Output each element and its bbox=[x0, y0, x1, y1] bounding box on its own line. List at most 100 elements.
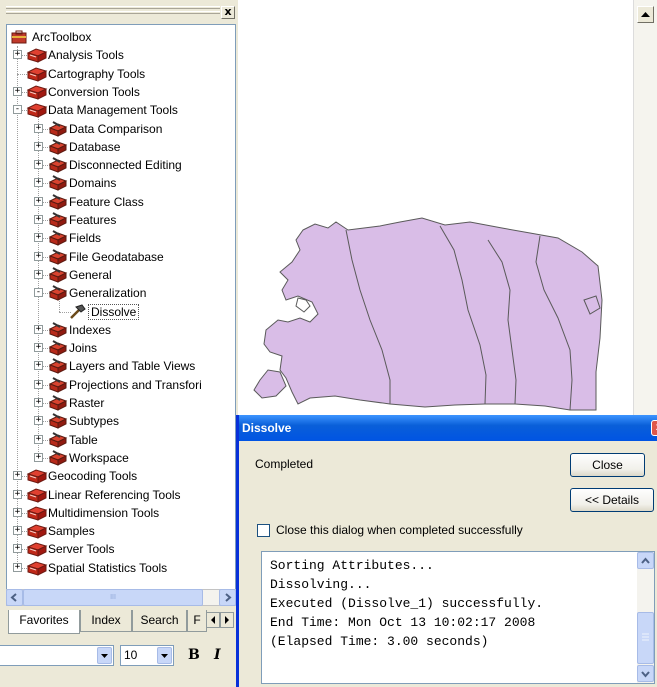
tree-node-label: Subtypes bbox=[69, 414, 120, 429]
tree-node[interactable]: + Joins bbox=[7, 339, 235, 357]
tree-node-label: Disconnected Editing bbox=[69, 158, 182, 173]
expand-icon[interactable]: + bbox=[34, 379, 43, 389]
tab-scroll-left-button[interactable] bbox=[206, 612, 220, 628]
scroll-right-button[interactable] bbox=[219, 589, 236, 606]
tree-node[interactable]: + Multidimension Tools bbox=[7, 504, 235, 522]
expand-icon[interactable]: + bbox=[34, 178, 43, 188]
log-scroll-thumb[interactable] bbox=[637, 612, 654, 664]
expand-icon[interactable]: + bbox=[34, 434, 43, 444]
expand-icon[interactable]: + bbox=[13, 507, 22, 517]
expand-icon[interactable]: + bbox=[34, 215, 43, 224]
bold-button[interactable]: B bbox=[188, 647, 200, 663]
tree-node[interactable]: + File Geodatabase bbox=[7, 248, 235, 266]
close-when-done-checkbox[interactable] bbox=[257, 524, 270, 537]
scroll-left-button[interactable] bbox=[6, 589, 23, 606]
tree-node[interactable]: + Raster bbox=[7, 394, 235, 412]
tab-index[interactable]: Index bbox=[80, 610, 132, 632]
tab-search[interactable]: Search bbox=[132, 610, 187, 632]
collapse-icon[interactable]: - bbox=[34, 288, 43, 298]
dialog-close-icon[interactable]: x bbox=[651, 420, 657, 436]
tree-node[interactable]: + Workspace bbox=[7, 449, 235, 467]
expand-icon[interactable]: + bbox=[13, 86, 22, 96]
message-log[interactable]: Sorting Attributes... Dissolving... Execut… bbox=[261, 551, 655, 684]
expand-icon[interactable]: + bbox=[13, 50, 22, 60]
tree-node-label: Linear Referencing Tools bbox=[48, 487, 181, 502]
tree-node[interactable]: + Database bbox=[7, 138, 235, 156]
toolbox-close-button[interactable]: x bbox=[221, 6, 235, 19]
toolbox-tree[interactable]: ArcToolbox + Analysis Tools Cartography Too… bbox=[6, 24, 236, 590]
tree-horizontal-scrollbar[interactable]: III bbox=[6, 589, 236, 606]
tree-node[interactable]: + Samples bbox=[7, 522, 235, 540]
expand-icon[interactable]: + bbox=[13, 489, 22, 499]
tab-scroll-right-button[interactable] bbox=[220, 612, 234, 628]
font-name-combo[interactable] bbox=[0, 645, 114, 666]
chevron-right-icon bbox=[225, 593, 232, 602]
tree-node-label: Projections and Transfori bbox=[69, 377, 202, 392]
tree-node[interactable]: + Data Comparison bbox=[7, 120, 235, 138]
details-button[interactable]: << Details bbox=[570, 488, 654, 512]
tree-node[interactable]: + Layers and Table Views bbox=[7, 357, 235, 375]
expand-icon[interactable]: + bbox=[13, 544, 22, 554]
italic-button[interactable]: I bbox=[214, 647, 221, 663]
tree-node[interactable]: + Fields bbox=[7, 229, 235, 247]
tree-node[interactable]: + Domains bbox=[7, 174, 235, 192]
tree-node-label: Generalization bbox=[69, 286, 147, 301]
expand-icon[interactable]: + bbox=[34, 398, 43, 407]
expand-icon[interactable]: + bbox=[34, 123, 43, 133]
expand-icon[interactable]: + bbox=[34, 160, 43, 170]
tree-node[interactable]: + Subtypes bbox=[7, 412, 235, 430]
collapse-icon[interactable]: - bbox=[13, 105, 22, 115]
tree-node[interactable]: + Disconnected Editing bbox=[7, 156, 235, 174]
log-vertical-scrollbar[interactable] bbox=[637, 552, 654, 683]
scroll-thumb[interactable]: III bbox=[23, 589, 203, 606]
map-vertical-scrollbar[interactable] bbox=[633, 0, 657, 415]
tree-node[interactable]: Cartography Tools bbox=[7, 65, 235, 83]
log-scroll-up-button[interactable] bbox=[637, 552, 654, 569]
tree-node[interactable]: + Server Tools bbox=[7, 540, 235, 558]
tree-node[interactable]: + Conversion Tools bbox=[7, 83, 235, 101]
expand-icon[interactable]: + bbox=[34, 141, 43, 151]
log-scroll-down-button[interactable] bbox=[637, 665, 654, 682]
map-scroll-up-button[interactable] bbox=[637, 6, 654, 23]
map-view[interactable] bbox=[240, 0, 633, 415]
font-name-dropdown-button[interactable] bbox=[97, 647, 112, 664]
tree-node-label: Fields bbox=[69, 231, 102, 246]
tree-node[interactable]: ArcToolbox bbox=[7, 28, 235, 46]
expand-icon[interactable]: + bbox=[34, 269, 43, 279]
tree-node[interactable]: + Projections and Transfori bbox=[7, 376, 235, 394]
tree-node[interactable]: + Geocoding Tools bbox=[7, 467, 235, 485]
tree-node[interactable]: - Data Management Tools bbox=[7, 101, 235, 119]
tree-node[interactable]: + Indexes bbox=[7, 321, 235, 339]
tree-node[interactable]: + Spatial Statistics Tools bbox=[7, 559, 235, 577]
tree-node[interactable]: + Analysis Tools bbox=[7, 46, 235, 64]
font-size-combo[interactable]: 10 bbox=[120, 645, 174, 666]
expand-icon[interactable]: + bbox=[13, 471, 22, 481]
expand-icon[interactable]: + bbox=[34, 324, 43, 334]
expand-icon[interactable]: + bbox=[34, 251, 43, 261]
tree-node[interactable]: + Features bbox=[7, 211, 235, 229]
dialog-titlebar[interactable]: Dissolve bbox=[239, 415, 657, 441]
expand-icon[interactable]: + bbox=[34, 343, 43, 353]
tree-node[interactable]: + General bbox=[7, 266, 235, 284]
toolset-icon bbox=[47, 285, 68, 301]
chevron-down-icon bbox=[161, 654, 168, 658]
expand-icon[interactable]: + bbox=[34, 452, 43, 462]
close-button[interactable]: Close bbox=[570, 453, 645, 477]
expand-icon[interactable]: + bbox=[34, 233, 43, 243]
font-size-dropdown-button[interactable] bbox=[157, 647, 172, 664]
tree-node[interactable]: + Linear Referencing Tools bbox=[7, 486, 235, 504]
expand-icon[interactable]: + bbox=[34, 196, 43, 206]
red-toolbox-icon bbox=[26, 487, 48, 503]
tree-node[interactable]: Dissolve bbox=[7, 303, 235, 321]
expand-icon[interactable]: + bbox=[34, 361, 43, 371]
tree-node[interactable]: + Table bbox=[7, 431, 235, 449]
toolbox-titlebar[interactable]: x bbox=[0, 0, 238, 22]
tree-node[interactable]: - Generalization bbox=[7, 284, 235, 302]
expand-icon[interactable]: + bbox=[13, 562, 22, 572]
tab-favorites[interactable]: Favorites bbox=[8, 610, 80, 634]
expand-icon[interactable]: + bbox=[13, 526, 22, 536]
tab-partial[interactable]: F bbox=[187, 610, 207, 632]
expand-icon[interactable]: + bbox=[34, 416, 43, 426]
red-toolbox-icon bbox=[26, 541, 48, 558]
tree-node[interactable]: + Feature Class bbox=[7, 193, 235, 211]
